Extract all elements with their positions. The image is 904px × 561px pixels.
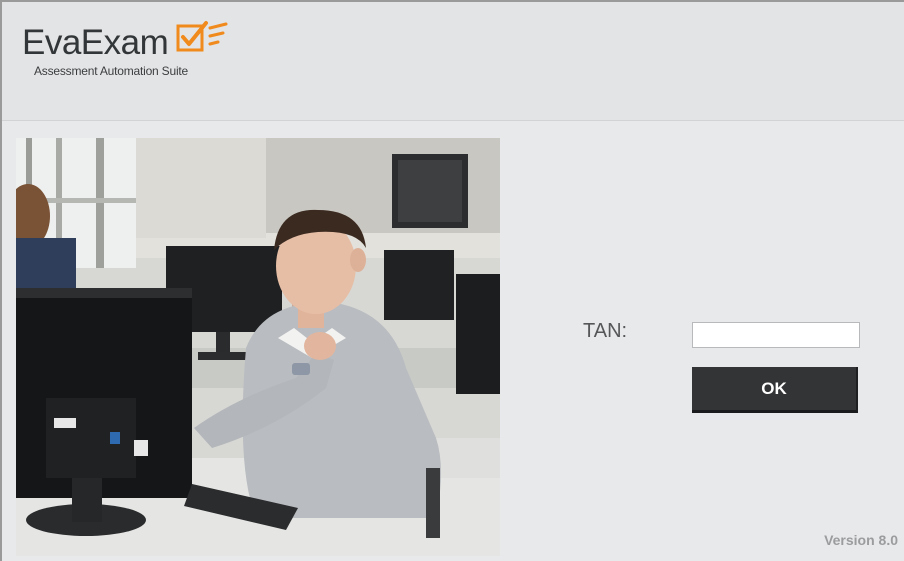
login-window: EvaExam Assessment Automation Suite TAN:… — [0, 0, 904, 561]
tan-input[interactable] — [692, 322, 860, 348]
logo-tagline: Assessment Automation Suite — [34, 64, 189, 78]
logo-name-row: EvaExam — [22, 20, 238, 60]
version-label: Version 8.0 — [824, 532, 898, 548]
header-bar: EvaExam Assessment Automation Suite — [2, 2, 904, 121]
ok-button[interactable]: OK — [692, 367, 858, 413]
classroom-photo — [16, 138, 500, 556]
login-panel: TAN: OK Version 8.0 — [2, 121, 904, 561]
tan-label: TAN: — [583, 320, 628, 342]
logo-name: EvaExam — [22, 23, 169, 62]
checkbox-check-icon — [176, 20, 238, 59]
classroom-photo-illustration — [16, 138, 500, 556]
evaexam-logo: EvaExam Assessment Automation Suite — [22, 20, 238, 78]
